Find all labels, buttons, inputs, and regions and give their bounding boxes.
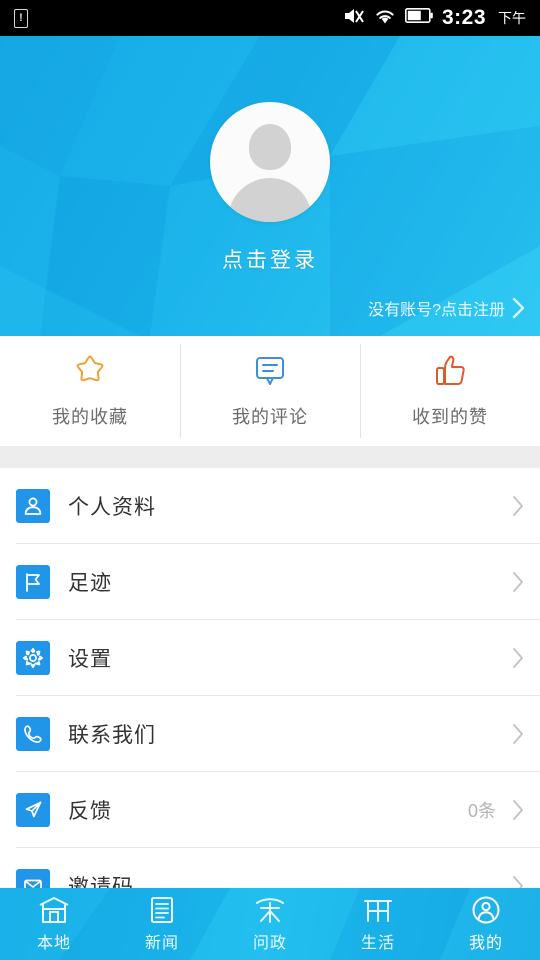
chevron-right-icon [512,571,524,593]
government-arch-icon [254,895,286,925]
chevron-right-icon [512,647,524,669]
quick-action-comments[interactable]: 我的评论 [180,336,360,446]
thumbs-up-icon [430,353,470,391]
avatar-login-block[interactable]: 点击登录 [0,102,540,274]
tab-life[interactable]: 生活 [324,895,432,953]
quick-action-label: 我的评论 [232,407,308,427]
status-bar-right: 3:23 下午 [343,6,526,31]
section-divider [0,446,540,468]
star-outline-icon [70,353,110,391]
chevron-right-icon [512,799,524,821]
wifi-icon [374,7,396,30]
settings-list: 个人资料 足迹 设置 联系我们 反馈 0条 [0,468,540,924]
status-bar-ampm: 下午 [498,10,526,26]
status-bar-left: ! [14,8,28,28]
list-item-contact-us[interactable]: 联系我们 [0,696,540,772]
list-item-settings[interactable]: 设置 [0,620,540,696]
avatar-body-shape [228,178,312,222]
list-item-feedback[interactable]: 反馈 0条 [0,772,540,848]
quick-action-label: 我的收藏 [52,407,128,427]
list-item-profile[interactable]: 个人资料 [0,468,540,544]
chevron-right-icon [512,495,524,517]
tab-label: 问政 [252,935,287,952]
tab-profile[interactable]: 我的 [432,895,540,953]
tab-label: 本地 [36,935,71,952]
register-link[interactable]: 没有账号?点击注册 [368,296,526,320]
person-icon [16,489,50,523]
flag-icon [16,565,50,599]
life-gate-icon [362,895,394,925]
list-item-meta: 0条 [467,801,496,821]
sim-warning-icon: ! [14,8,28,28]
tab-local[interactable]: 本地 [0,895,108,953]
status-bar: ! 3:23 下午 [0,0,540,36]
phone-icon [16,717,50,751]
quick-action-likes[interactable]: 收到的赞 [360,336,540,446]
list-item-label: 设置 [68,648,112,671]
list-item-label: 足迹 [68,572,112,595]
quick-action-favorites[interactable]: 我的收藏 [0,336,180,446]
tab-label: 新闻 [144,935,179,952]
comment-bubble-icon [251,353,289,391]
avatar-head-shape [249,124,291,170]
chevron-right-icon [512,723,524,745]
list-item-label: 联系我们 [68,724,156,747]
local-gate-icon [37,895,71,925]
tab-news[interactable]: 新闻 [108,895,216,953]
bottom-tab-bar: 本地 新闻 问政 生活 我的 [0,888,540,960]
news-book-icon [147,895,177,925]
tab-label: 我的 [468,935,503,952]
quick-actions-bar: 我的收藏 我的评论 收到的赞 [0,336,540,446]
mute-icon [343,6,365,31]
list-item-label: 反馈 [68,800,112,823]
default-avatar-icon[interactable] [210,102,330,222]
tab-government[interactable]: 问政 [216,895,324,953]
chevron-right-icon [512,296,526,320]
login-label[interactable]: 点击登录 [222,244,318,274]
list-item-footprints[interactable]: 足迹 [0,544,540,620]
battery-icon [404,8,433,28]
profile-header: 点击登录 没有账号?点击注册 [0,36,540,336]
app-screen: ! 3:23 下午 点击登录 没有账号?点击注册 我的收藏 我的评论 收到的赞 … [0,0,540,960]
quick-action-label: 收到的赞 [412,407,488,427]
list-item-label: 个人资料 [68,496,156,519]
status-bar-clock: 3:23 [441,6,486,29]
register-label: 没有账号?点击注册 [368,302,505,319]
tab-label: 生活 [360,935,395,952]
gear-icon [16,641,50,675]
paper-plane-icon [16,793,50,827]
profile-person-circle-icon [471,895,501,925]
